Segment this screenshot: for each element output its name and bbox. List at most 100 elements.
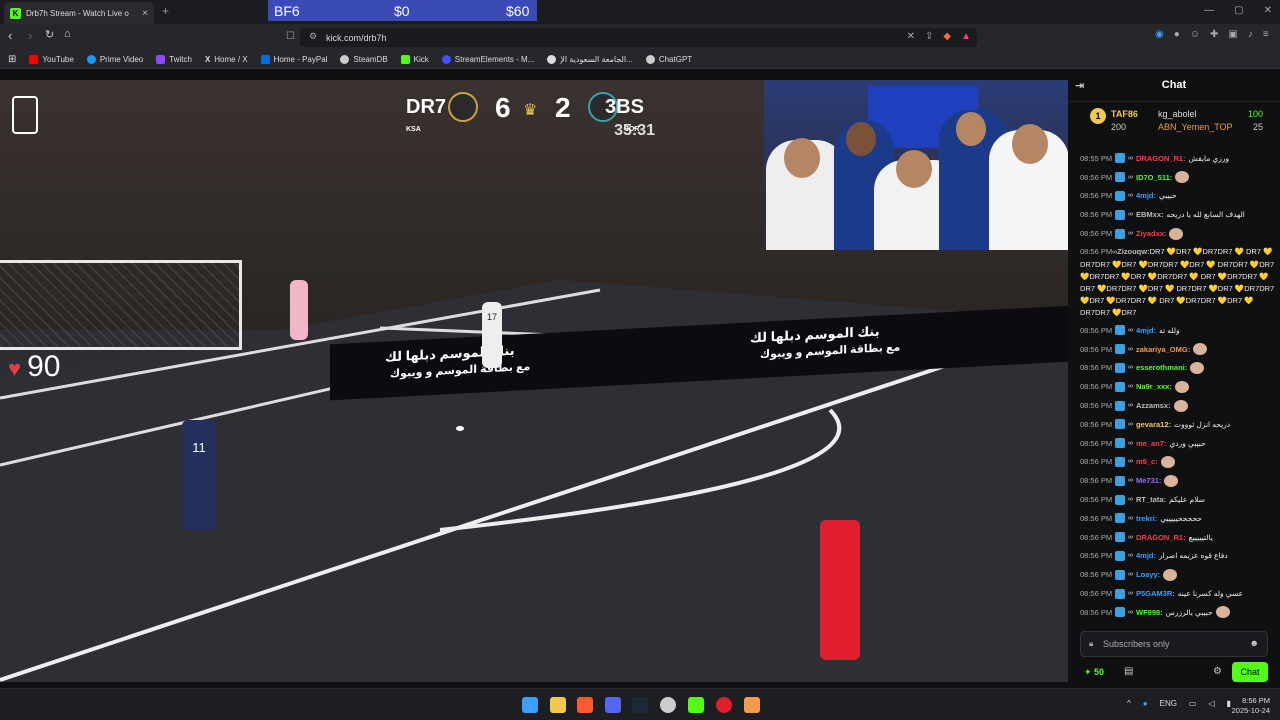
message-time: 08:56 PM (1080, 551, 1113, 561)
app-icon[interactable] (744, 697, 760, 713)
share-icon[interactable]: ⇪ (925, 31, 933, 42)
chatgpt-icon (645, 54, 655, 64)
system-clock[interactable]: 8:56 PM 2025-10-24 (1232, 696, 1270, 716)
sub-badge-icon: ∞ (1128, 402, 1133, 410)
browser-tab[interactable]: K Drb7h Stream - Watch Live o × (4, 2, 154, 24)
message-username[interactable]: Zizouqw: (1117, 247, 1150, 256)
network-icon[interactable]: ▭ (1189, 699, 1197, 708)
bookmark-x[interactable]: X Home / X (205, 55, 248, 64)
message-username[interactable]: esserothmani: (1136, 363, 1187, 372)
bookmark-chatgpt[interactable]: ChatGPT (645, 54, 692, 64)
message-username[interactable]: P5GAM3R: (1136, 589, 1175, 598)
extensions-puzzle-icon[interactable]: ✚ (1210, 29, 1218, 40)
extension-icon[interactable]: ● (1174, 29, 1180, 40)
team2-score: 2 (555, 92, 571, 123)
badge-icon (1115, 550, 1125, 561)
sub-badge-icon: ∞ (1128, 439, 1133, 447)
message-username[interactable]: Ziyadxx: (1136, 229, 1166, 238)
bookmark-prime-video[interactable]: Prime Video (86, 54, 143, 64)
emote-icon (1190, 361, 1205, 374)
message-username[interactable]: 4mjd: (1136, 191, 1156, 200)
maximize-icon[interactable]: ▢ (1234, 5, 1243, 16)
message-username[interactable]: RT_tata: (1136, 495, 1166, 504)
ghost-icon[interactable]: ☺ (1190, 29, 1200, 40)
audio-icon[interactable]: ◉ (1155, 29, 1164, 40)
menu-icon[interactable]: ≡ (1263, 29, 1269, 40)
streamelements-icon (441, 54, 451, 64)
emote-icon (1215, 606, 1230, 619)
volume-icon[interactable]: ◁ (1209, 699, 1215, 708)
bookmark-steamdb[interactable]: SteamDB (340, 54, 388, 64)
music-icon[interactable]: ♪ (1248, 29, 1253, 40)
heart-icon: ♥ (8, 356, 22, 381)
steam-icon[interactable] (632, 697, 648, 713)
settings-icon[interactable]: ⚙ (1213, 666, 1222, 677)
player: 11 (182, 420, 216, 530)
bookmark-youtube[interactable]: YouTube (29, 54, 74, 64)
bookmark-streamelements[interactable]: StreamElements - M... (441, 54, 534, 64)
bookmark-icon[interactable]: ☐ (286, 31, 295, 42)
message-username[interactable]: 4mjd: (1136, 326, 1156, 335)
site-settings-icon[interactable]: ⚙ (309, 31, 317, 42)
message-username[interactable]: gevara12: (1136, 420, 1171, 429)
message-username[interactable]: Na9r_xxx: (1136, 382, 1172, 391)
address-bar[interactable]: ☐ ⚙ kick.com/drb7h ✕ ⇪ ◆ ▲ (286, 28, 977, 47)
channel-points[interactable]: ✦ 50 (1084, 667, 1104, 678)
brave-shield-icon[interactable]: ◆ (943, 31, 951, 42)
message-username[interactable]: Me731: (1136, 476, 1161, 485)
scoreboard: DR7 6 ♛ 2 3BS KSA 35:31 JOR (400, 88, 665, 148)
bookmark-university[interactable]: الجامعة السعودية الإ... (547, 54, 633, 64)
close-window-icon[interactable]: ✕ (1264, 5, 1272, 16)
gift-icon[interactable]: ▤ (1124, 666, 1133, 677)
mic-icon[interactable]: ● (1143, 699, 1148, 708)
send-chat-button[interactable]: Chat (1232, 662, 1268, 682)
discord-icon[interactable] (605, 697, 621, 713)
message-username[interactable]: zakariya_OMG: (1136, 345, 1190, 354)
emote-icon[interactable]: ☻ (1250, 638, 1259, 648)
message-username[interactable]: me_an7: (1136, 439, 1166, 448)
minimize-icon[interactable]: — (1204, 5, 1214, 16)
mute-icon[interactable]: ✕ (907, 31, 915, 42)
new-tab-button[interactable]: + (162, 4, 169, 18)
price-overlay: BF6 $0 $60 (268, 0, 537, 21)
message-username[interactable]: DRAGON_R1: (1136, 154, 1186, 163)
chat-message: 08:56 PM ∞ m9_c: (1080, 453, 1280, 472)
message-username[interactable]: m9_c: (1136, 457, 1158, 466)
message-username[interactable]: Azzamsx: (1136, 401, 1171, 410)
video-player[interactable]: بنك الموسم دبلها لك مع بطاقة الموسم و وي… (0, 80, 1068, 682)
message-time: 08:56 PM (1080, 401, 1113, 411)
media-icon[interactable] (716, 697, 732, 713)
forward-icon[interactable]: › (28, 28, 32, 43)
reload-icon[interactable]: ↻ (45, 28, 54, 41)
sub-badge-icon: ∞ (1128, 326, 1133, 334)
file-explorer-icon[interactable] (550, 697, 566, 713)
message-username[interactable]: EBMxx: (1136, 210, 1164, 219)
chat-input[interactable]: 🔒︎ Subscribers only ☻ (1080, 631, 1268, 657)
app-icon[interactable] (660, 697, 676, 713)
brave-rewards-icon[interactable]: ▲ (961, 31, 971, 42)
bookmark-kick[interactable]: Kick (400, 54, 429, 64)
bookmark-twitch[interactable]: Twitch (156, 54, 192, 64)
message-username[interactable]: trekri: (1136, 514, 1157, 523)
collapse-chat-icon[interactable]: ⇥ (1075, 79, 1084, 92)
apps-grid-icon[interactable]: ⊞ (8, 54, 16, 65)
message-username[interactable]: Loayy: (1136, 570, 1160, 579)
message-time: 08:56 PM (1080, 419, 1113, 429)
close-tab-icon[interactable]: × (142, 8, 148, 19)
brave-icon[interactable] (577, 697, 593, 713)
language[interactable]: ENG (1160, 699, 1177, 708)
chevron-up-icon[interactable]: ^ (1127, 699, 1131, 708)
back-icon[interactable]: ‹ (8, 28, 12, 43)
message-username[interactable]: DRAGON_R1: (1136, 533, 1186, 542)
home-icon[interactable]: ⌂ (64, 28, 71, 40)
message-username[interactable]: 4mjd: (1136, 551, 1156, 560)
kick-app-icon[interactable] (688, 697, 704, 713)
sidebar-icon[interactable]: ▣ (1228, 29, 1237, 40)
bookmark-paypal[interactable]: Home - PayPal (260, 54, 327, 64)
message-username[interactable]: ID7O_511: (1136, 173, 1172, 182)
start-icon[interactable] (522, 697, 538, 713)
battery-icon[interactable]: ▮ (1227, 699, 1231, 708)
clock-date: 2025-10-24 (1231, 706, 1270, 715)
message-username[interactable]: WF998: (1136, 608, 1163, 617)
chat-message: 08:56 PM ∞ trekri: حححححيييييي (1080, 509, 1280, 528)
